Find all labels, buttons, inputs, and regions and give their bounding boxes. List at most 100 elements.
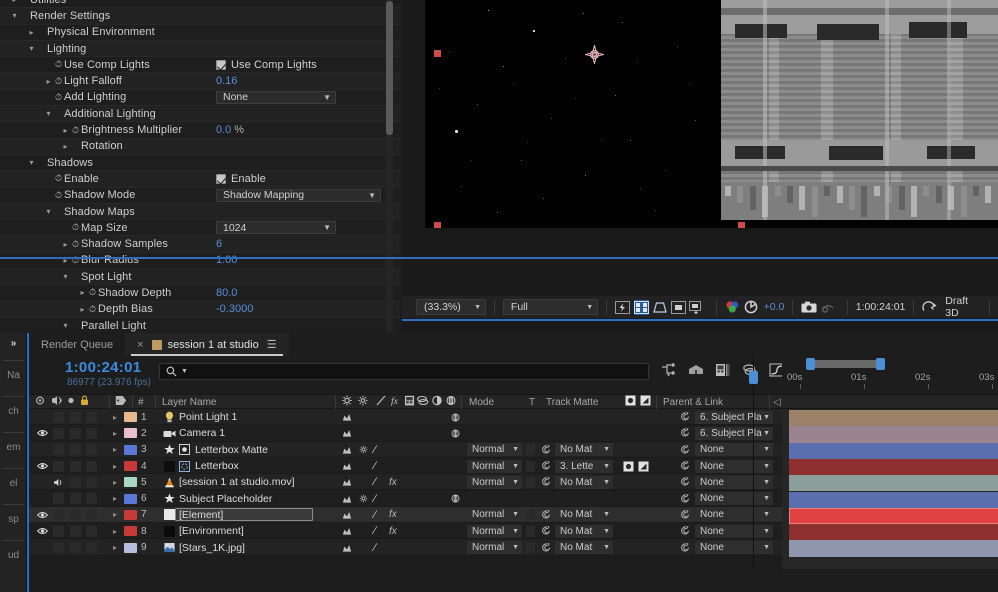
property-row[interactable]: ⏱ Enable Enable [0, 171, 400, 188]
stopwatch-icon[interactable]: ⏱ [53, 60, 64, 69]
collapse-transformations-icon[interactable] [342, 445, 352, 455]
property-row[interactable]: ▾ Render Settings [0, 8, 400, 25]
collapse-transformations-icon[interactable] [342, 510, 352, 520]
twirl-icon[interactable]: ▸ [78, 305, 87, 314]
track-matte-pickwhip[interactable] [541, 474, 551, 490]
collapse-transformations-switch[interactable] [342, 425, 352, 441]
property-value[interactable]: 6 [216, 238, 222, 250]
column-divider[interactable] [769, 395, 770, 410]
stopwatch-icon[interactable]: ⏱ [70, 223, 81, 232]
layer-twirl-icon[interactable]: ▸ [113, 442, 117, 458]
lock-toggle[interactable] [85, 491, 97, 507]
quality-switch-icon[interactable] [358, 493, 369, 504]
twirl-icon[interactable]: ▸ [44, 77, 53, 86]
layer-twirl-icon[interactable]: ▸ [113, 409, 117, 425]
pick-whip-icon[interactable] [541, 526, 551, 536]
viewer-timecode[interactable]: 1:00:24:01 [856, 301, 906, 313]
layer-duration-bar[interactable] [789, 475, 998, 492]
parent-pickwhip[interactable] [680, 425, 690, 441]
exposure-value[interactable]: +0.0 [764, 301, 785, 313]
twirl-icon[interactable]: ▸ [61, 240, 70, 249]
tab-render-queue[interactable]: Render Queue [29, 333, 125, 356]
label-color-swatch[interactable] [124, 491, 137, 507]
audio-toggle[interactable] [51, 507, 65, 523]
pick-whip-icon[interactable] [680, 444, 690, 455]
property-row[interactable]: ▾ Shadows [0, 154, 400, 172]
label-color-swatch[interactable] [124, 539, 137, 555]
audio-icon[interactable] [53, 478, 64, 487]
property-row[interactable]: ▸ Rotation [0, 138, 400, 155]
blending-mode-dropdown[interactable]: Normal ▼ [467, 458, 522, 474]
parent-dropdown[interactable]: None ▼ [695, 491, 773, 507]
properties-scrollbar-thumb[interactable] [386, 1, 393, 135]
panel-menu-icon[interactable]: ☰ [267, 338, 277, 351]
twirl-icon[interactable]: ▾ [61, 272, 70, 281]
column-options-menu-icon[interactable]: ◁ [773, 395, 781, 410]
work-area-bar[interactable] [809, 360, 881, 368]
parent-pickwhip[interactable] [680, 523, 690, 539]
visibility-eye-icon[interactable] [36, 429, 48, 437]
take-snapshot-icon[interactable] [801, 300, 817, 315]
expand-panel-icon[interactable]: » [0, 337, 27, 350]
pick-whip-icon[interactable] [680, 477, 690, 487]
work-area-end-handle[interactable] [876, 358, 885, 370]
layer-name[interactable]: [session 1 at studio.mov] [179, 474, 295, 490]
twirl-icon[interactable]: ▾ [61, 321, 70, 330]
collapse-transformations-switch[interactable] [342, 539, 352, 555]
twirl-icon[interactable]: ▾ [27, 158, 36, 167]
3d-layer-switch-icon[interactable] [451, 429, 460, 438]
twirl-icon[interactable]: ▸ [61, 142, 70, 151]
draft-3d-icon[interactable] [922, 300, 938, 315]
layer-duration-bar[interactable] [789, 491, 998, 508]
visibility-toggle[interactable] [35, 458, 49, 474]
pick-whip-icon[interactable] [541, 542, 551, 553]
collapse-transformations-icon[interactable] [342, 494, 352, 504]
layer-duration-bar[interactable] [789, 458, 998, 476]
audio-toggle[interactable] [51, 539, 65, 555]
pick-whip-icon[interactable] [541, 461, 551, 471]
3d-layer-switch[interactable] [451, 491, 460, 507]
property-row[interactable]: ▾ Lighting [0, 40, 400, 58]
lock-toggle[interactable] [85, 442, 97, 458]
property-row[interactable]: ⏱ Add Lighting None ▼ [0, 89, 400, 107]
guide-layers-icon[interactable] [689, 300, 705, 315]
preserve-transparency-toggle[interactable] [526, 539, 535, 555]
lock-toggle[interactable] [85, 523, 97, 539]
parent-pickwhip[interactable] [680, 507, 690, 523]
solo-toggle[interactable] [69, 539, 81, 555]
layer-duration-bar[interactable] [789, 426, 998, 443]
pick-whip-icon[interactable] [680, 412, 690, 422]
column-divider[interactable] [155, 395, 156, 410]
timeline-track-area[interactable] [782, 409, 998, 569]
property-row[interactable]: ▾ Shadow Maps [0, 203, 400, 221]
pick-whip-icon[interactable] [680, 428, 690, 438]
collapse-transformations-icon[interactable] [342, 526, 352, 536]
effects-indicator[interactable]: fx [389, 507, 397, 523]
collapse-transformations-switch[interactable] [342, 442, 352, 458]
property-row[interactable]: ▾ Spot Light [0, 269, 400, 286]
visibility-toggle[interactable] [35, 539, 49, 555]
quality-switch[interactable] [358, 491, 369, 507]
parent-dropdown[interactable]: None ▼ [695, 458, 773, 474]
pick-whip-icon[interactable] [541, 509, 551, 520]
twirl-icon[interactable]: ▸ [10, 0, 19, 4]
stopwatch-icon[interactable]: ⏱ [70, 239, 81, 249]
twirl-icon[interactable]: ▸ [61, 126, 70, 135]
render-settings-properties-panel[interactable]: ▸ Utilities ▾ Render Settings ▸ Physical Envi… [0, 0, 400, 333]
layer-name-rename-input[interactable]: [Element] [175, 507, 313, 523]
collapsed-panel-tab[interactable]: ch [0, 405, 27, 418]
layer-duration-bar[interactable] [789, 507, 998, 525]
parent-dropdown[interactable]: None ▼ [695, 507, 773, 523]
pick-whip-icon[interactable] [541, 444, 551, 455]
audio-toggle[interactable] [51, 491, 65, 507]
blending-mode-dropdown[interactable]: Normal ▼ [467, 507, 522, 523]
collapse-transformations-switch[interactable] [342, 507, 352, 523]
property-row[interactable]: ▸ ⏱ Brightness Multiplier 0.0% [0, 122, 400, 139]
blending-mode-dropdown[interactable]: Normal ▼ [467, 474, 522, 490]
label-color-swatch[interactable] [124, 442, 137, 458]
twirl-icon[interactable]: ▸ [27, 28, 36, 37]
property-row[interactable]: ▸ Utilities [0, 0, 400, 9]
3d-layer-switch[interactable] [451, 409, 460, 425]
visibility-eye-icon[interactable] [36, 462, 48, 470]
column-divider[interactable] [461, 395, 462, 410]
